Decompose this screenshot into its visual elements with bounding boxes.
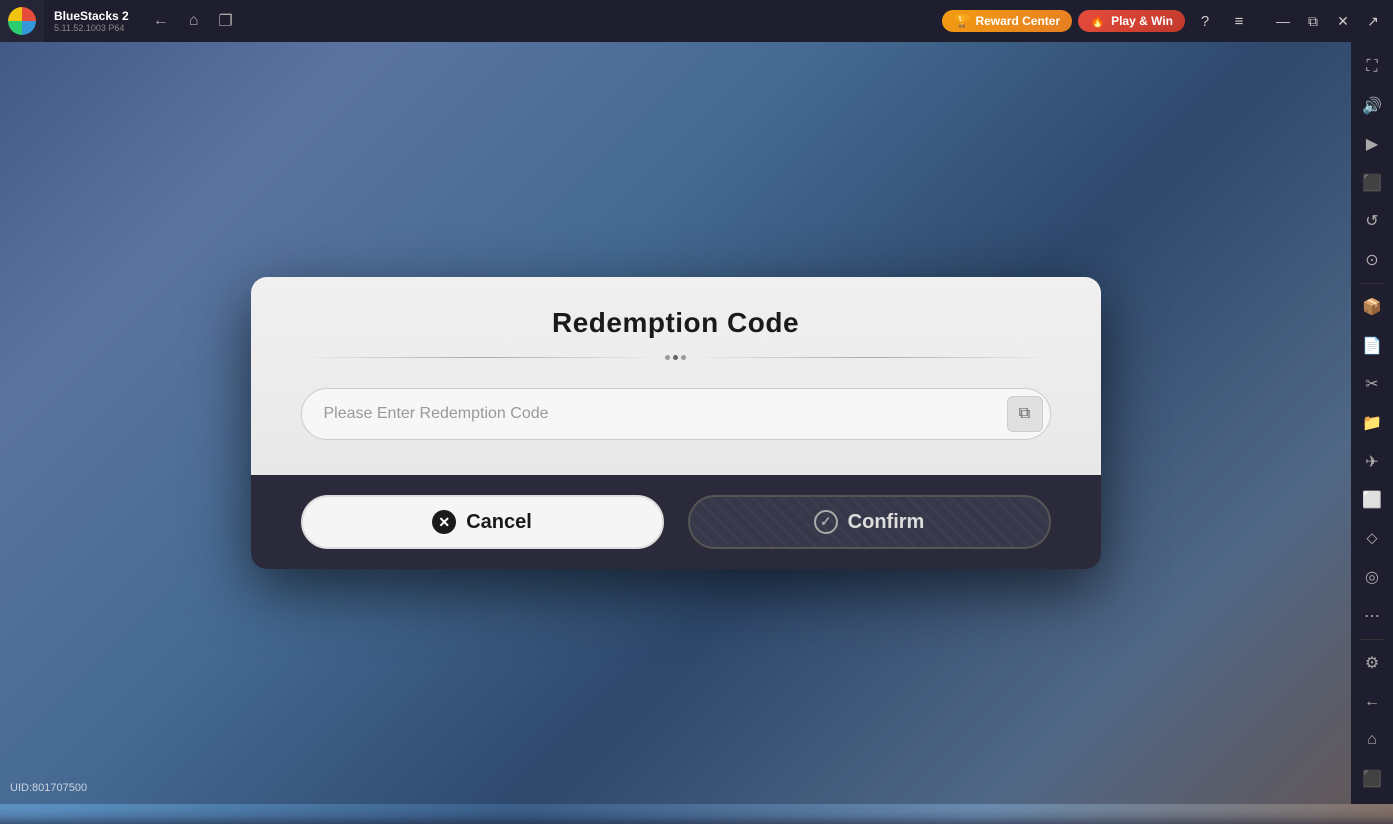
divider-dot-2 — [673, 355, 678, 360]
sidebar-package-icon[interactable]: 📦 — [1354, 290, 1390, 325]
copy-icon: ⧉ — [1019, 405, 1030, 423]
modal-upper: Redemption Code ⧉ — [251, 277, 1101, 475]
close-button[interactable]: ✕ — [1329, 7, 1357, 35]
play-win-icon: 🔥 — [1090, 14, 1105, 28]
confirm-label: Confirm — [848, 511, 925, 534]
sidebar-settings-icon[interactable]: ⚙ — [1354, 646, 1390, 681]
copy-paste-button[interactable]: ⧉ — [1007, 396, 1043, 432]
sidebar-more-icon[interactable]: ⋯ — [1354, 598, 1390, 633]
app-version: 5.11.52.1003 P64 — [54, 23, 129, 33]
restore-button[interactable]: ⧉ — [1299, 7, 1327, 35]
sidebar-expand-icon[interactable]: ⛶ — [1354, 50, 1390, 85]
confirm-icon: ✓ — [814, 510, 838, 534]
app-name: BlueStacks 2 — [54, 9, 129, 23]
sidebar-video-icon[interactable]: ▶ — [1354, 127, 1390, 162]
divider-line-right — [692, 357, 1051, 358]
sidebar-diamond-icon[interactable]: ⬦ — [1354, 521, 1390, 556]
divider-dots — [665, 355, 686, 360]
topbar-actions: 🏆 Reward Center 🔥 Play & Win ? ≡ — [932, 7, 1263, 35]
sidebar-gamepad-icon[interactable]: ⬜ — [1354, 483, 1390, 518]
sidebar-rotate-icon[interactable]: ↺ — [1354, 204, 1390, 239]
sidebar-back-icon[interactable]: ← — [1354, 684, 1390, 719]
app-logo — [0, 0, 44, 42]
play-win-button[interactable]: 🔥 Play & Win — [1078, 10, 1185, 32]
reward-icon: 🏆 — [954, 14, 969, 28]
cancel-button[interactable]: ✕ Cancel — [301, 495, 664, 549]
layers-button[interactable]: ❐ — [214, 7, 236, 35]
topbar: BlueStacks 2 5.11.52.1003 P64 ← ⌂ ❐ 🏆 Re… — [0, 0, 1393, 42]
sidebar-doc-icon[interactable]: 📄 — [1354, 329, 1390, 364]
home-button[interactable]: ⌂ — [185, 8, 203, 34]
logo-circle-icon — [8, 7, 36, 35]
sidebar-home-icon[interactable]: ⌂ — [1354, 723, 1390, 758]
sidebar-folder-icon[interactable]: 📁 — [1354, 406, 1390, 441]
divider-dot-3 — [681, 355, 686, 360]
sidebar-record-icon[interactable]: ⬛ — [1354, 166, 1390, 201]
reward-center-button[interactable]: 🏆 Reward Center — [942, 10, 1072, 32]
sidebar-apps-icon[interactable]: ⬛ — [1354, 761, 1390, 796]
menu-button[interactable]: ≡ — [1225, 7, 1253, 35]
redemption-input-wrapper: ⧉ — [301, 388, 1051, 440]
divider-line-left — [301, 357, 660, 358]
back-button[interactable]: ← — [149, 8, 173, 34]
cancel-label: Cancel — [466, 511, 532, 534]
sidebar-sound-icon[interactable]: 🔊 — [1354, 89, 1390, 124]
app-info: BlueStacks 2 5.11.52.1003 P64 — [44, 9, 139, 33]
right-sidebar: ⛶ 🔊 ▶ ⬛ ↺ ⊙ 📦 📄 ✂ 📁 ✈ ⬜ ⬦ ◎ ⋯ ⚙ ← ⌂ ⬛ — [1351, 42, 1393, 804]
sidebar-refresh-icon[interactable]: ⊙ — [1354, 243, 1390, 278]
sidebar-divider-1 — [1360, 283, 1384, 284]
reward-center-label: Reward Center — [975, 14, 1060, 28]
help-button[interactable]: ? — [1191, 7, 1219, 35]
topbar-nav: ← ⌂ ❐ — [139, 7, 247, 35]
modal-lower: ✕ Cancel ✓ Confirm — [251, 475, 1101, 569]
modal-backdrop: Redemption Code ⧉ ✕ Cancel — [0, 42, 1351, 804]
sidebar-location-icon[interactable]: ◎ — [1354, 560, 1390, 595]
divider-dot-1 — [665, 355, 670, 360]
redemption-modal: Redemption Code ⧉ ✕ Cancel — [251, 277, 1101, 569]
modal-divider — [301, 355, 1051, 360]
window-controls: — ⧉ ✕ ↗ — [1263, 7, 1393, 35]
expand-button[interactable]: ↗ — [1359, 7, 1387, 35]
confirm-button[interactable]: ✓ Confirm — [688, 495, 1051, 549]
sidebar-airplane-icon[interactable]: ✈ — [1354, 444, 1390, 479]
play-win-label: Play & Win — [1111, 14, 1173, 28]
minimize-button[interactable]: — — [1269, 7, 1297, 35]
redemption-code-input[interactable] — [301, 388, 1051, 440]
sidebar-screenshot-icon[interactable]: ✂ — [1354, 367, 1390, 402]
cancel-icon: ✕ — [432, 510, 456, 534]
modal-title: Redemption Code — [301, 307, 1051, 339]
sidebar-divider-2 — [1360, 639, 1384, 640]
